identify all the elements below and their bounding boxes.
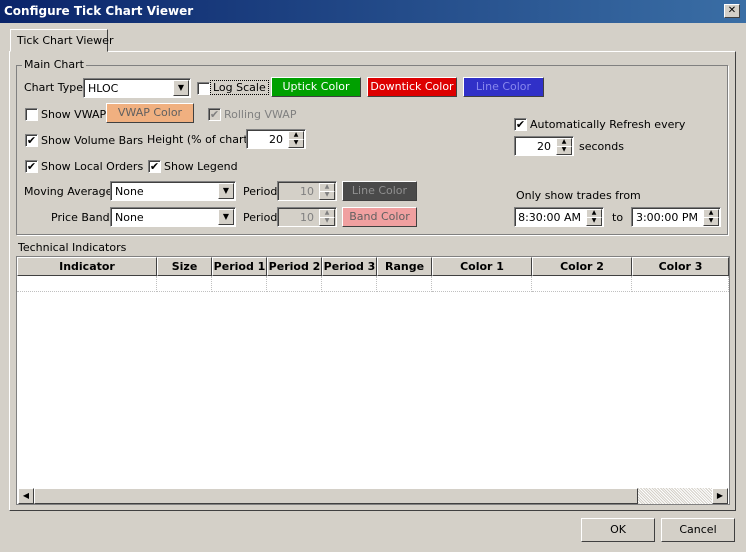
chart-type-select[interactable]: HLOC ▼ bbox=[83, 78, 191, 98]
auto-refresh-label: Automatically Refresh every bbox=[530, 118, 686, 131]
pb-period-value: 10 bbox=[300, 211, 314, 224]
column-header[interactable]: Indicator bbox=[17, 257, 157, 276]
auto-refresh-stepper[interactable]: 20 ▲ ▼ bbox=[514, 136, 574, 156]
arrow-down-icon[interactable]: ▼ bbox=[703, 217, 719, 226]
line-color-button[interactable]: Line Color bbox=[463, 77, 544, 97]
tab-tick-chart-viewer[interactable]: Tick Chart Viewer bbox=[10, 29, 114, 52]
show-vwap-checkbox[interactable] bbox=[25, 108, 38, 121]
ma-period-value: 10 bbox=[300, 185, 314, 198]
trade-from-value: 8:30:00 AM bbox=[518, 211, 581, 224]
height-stepper[interactable]: 20 ▲ ▼ bbox=[246, 129, 306, 149]
chevron-down-icon[interactable]: ▼ bbox=[173, 80, 189, 96]
log-scale-label: Log Scale bbox=[210, 80, 269, 95]
trade-from-time[interactable]: 8:30:00 AM ▲ ▼ bbox=[514, 207, 604, 227]
price-band-select[interactable]: None ▼ bbox=[110, 207, 236, 227]
uptick-color-button[interactable]: Uptick Color bbox=[271, 77, 361, 97]
arrow-down-icon[interactable]: ▼ bbox=[556, 146, 572, 155]
table-cell[interactable] bbox=[267, 276, 322, 292]
ok-button[interactable]: OK bbox=[581, 518, 655, 542]
table-cell[interactable] bbox=[377, 276, 432, 292]
show-legend-label: Show Legend bbox=[164, 160, 238, 173]
to-label: to bbox=[612, 211, 624, 224]
height-value: 20 bbox=[269, 133, 283, 146]
arrow-down-icon[interactable]: ▼ bbox=[319, 191, 335, 200]
show-local-orders-label: Show Local Orders bbox=[41, 160, 144, 173]
ma-period-stepper[interactable]: 10 ▲ ▼ bbox=[277, 181, 337, 201]
column-header[interactable]: Period 2 bbox=[267, 257, 322, 276]
technical-indicators-grid: Indicator Size Period 1 Period 2 Period … bbox=[16, 256, 730, 505]
trade-to-value: 3:00:00 PM bbox=[635, 211, 698, 224]
tab-label: Tick Chart Viewer bbox=[17, 34, 114, 47]
table-cell[interactable] bbox=[157, 276, 212, 292]
pb-period-label: Period bbox=[243, 211, 278, 224]
trade-to-time[interactable]: 3:00:00 PM ▲ ▼ bbox=[631, 207, 721, 227]
trade-window-label: Only show trades from bbox=[516, 189, 641, 202]
show-vwap-label: Show VWAP bbox=[41, 108, 107, 121]
show-volume-bars-label: Show Volume Bars bbox=[41, 134, 144, 147]
chart-type-label: Chart Type bbox=[24, 81, 83, 94]
arrow-down-icon[interactable]: ▼ bbox=[586, 217, 602, 226]
table-cell[interactable] bbox=[532, 276, 632, 292]
table-cell[interactable] bbox=[322, 276, 377, 292]
table-cell[interactable] bbox=[17, 276, 157, 292]
chart-type-value: HLOC bbox=[88, 82, 119, 95]
column-header[interactable]: Period 3 bbox=[322, 257, 377, 276]
technical-indicators-label: Technical Indicators bbox=[18, 241, 127, 254]
table-cell[interactable] bbox=[632, 276, 729, 292]
chevron-down-icon[interactable]: ▼ bbox=[218, 183, 234, 199]
show-local-orders-checkbox[interactable]: ✔ bbox=[25, 160, 38, 173]
column-header[interactable]: Size bbox=[157, 257, 212, 276]
moving-average-select[interactable]: None ▼ bbox=[110, 181, 236, 201]
moving-average-value: None bbox=[115, 185, 144, 198]
scrollbar-thumb[interactable] bbox=[34, 488, 638, 504]
title-bar: Configure Tick Chart Viewer ✕ bbox=[0, 0, 746, 23]
vwap-color-button[interactable]: VWAP Color bbox=[106, 103, 194, 123]
seconds-label: seconds bbox=[579, 140, 624, 153]
column-header[interactable]: Color 1 bbox=[432, 257, 532, 276]
column-header[interactable]: Range bbox=[377, 257, 432, 276]
rolling-vwap-label: Rolling VWAP bbox=[224, 108, 297, 121]
pb-period-stepper[interactable]: 10 ▲ ▼ bbox=[277, 207, 337, 227]
arrow-left-icon[interactable]: ◀ bbox=[18, 488, 34, 504]
height-label: Height (% of chart) bbox=[147, 133, 253, 146]
close-icon[interactable]: ✕ bbox=[724, 4, 740, 18]
moving-average-label: Moving Average bbox=[24, 185, 113, 198]
auto-refresh-checkbox[interactable]: ✔ bbox=[514, 118, 527, 131]
price-band-label: Price Band bbox=[51, 211, 110, 224]
window-title: Configure Tick Chart Viewer bbox=[4, 4, 194, 18]
downtick-color-button[interactable]: Downtick Color bbox=[367, 77, 457, 97]
show-legend-checkbox[interactable]: ✔ bbox=[148, 160, 161, 173]
table-cell[interactable] bbox=[432, 276, 532, 292]
table-cell[interactable] bbox=[212, 276, 267, 292]
auto-refresh-value: 20 bbox=[537, 140, 551, 153]
horizontal-scrollbar[interactable]: ◀ ▶ bbox=[18, 488, 728, 504]
band-color-button[interactable]: Band Color bbox=[342, 207, 417, 227]
column-header[interactable]: Period 1 bbox=[212, 257, 267, 276]
log-scale-checkbox[interactable] bbox=[197, 82, 210, 95]
arrow-right-icon[interactable]: ▶ bbox=[712, 488, 728, 504]
main-chart-legend: Main Chart bbox=[22, 58, 86, 71]
column-header[interactable]: Color 2 bbox=[532, 257, 632, 276]
arrow-down-icon[interactable]: ▼ bbox=[319, 217, 335, 226]
chevron-down-icon[interactable]: ▼ bbox=[218, 209, 234, 225]
cancel-button[interactable]: Cancel bbox=[661, 518, 735, 542]
rolling-vwap-checkbox[interactable]: ✔ bbox=[208, 108, 221, 121]
show-volume-bars-checkbox[interactable]: ✔ bbox=[25, 134, 38, 147]
price-band-value: None bbox=[115, 211, 144, 224]
column-header[interactable]: Color 3 bbox=[632, 257, 729, 276]
ma-period-label: Period bbox=[243, 185, 278, 198]
arrow-down-icon[interactable]: ▼ bbox=[288, 139, 304, 148]
ma-line-color-button[interactable]: Line Color bbox=[342, 181, 417, 201]
